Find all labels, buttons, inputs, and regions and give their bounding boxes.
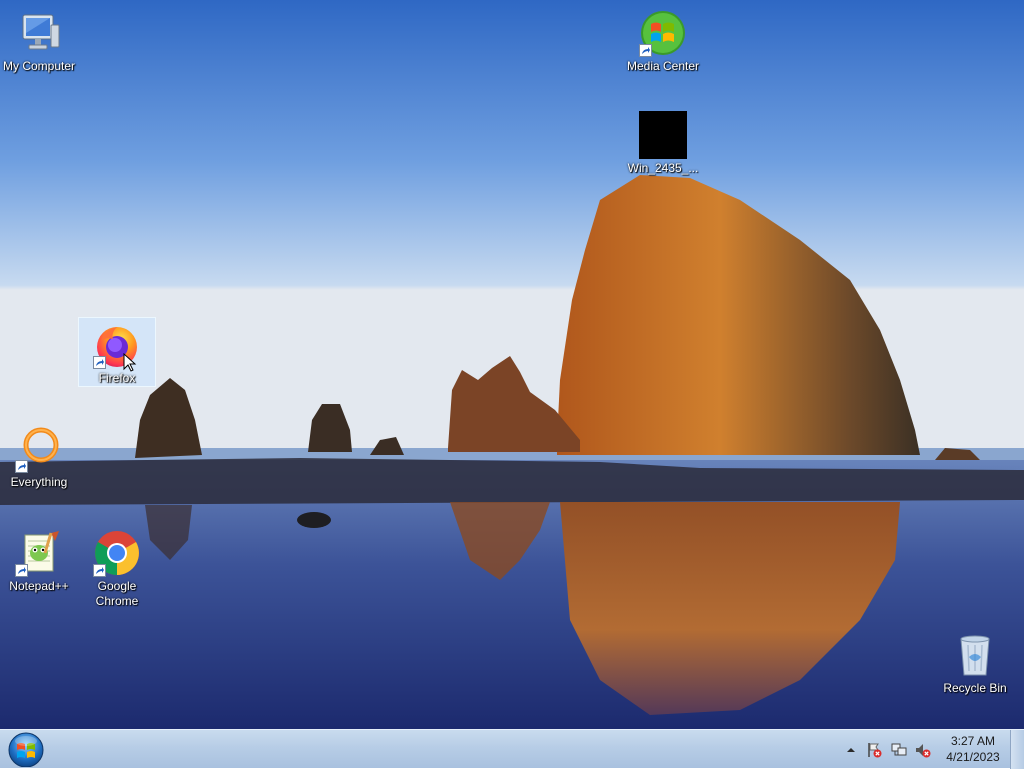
clock-time: 3:27 AM <box>950 734 996 748</box>
shortcut-arrow-icon <box>15 460 28 473</box>
everything-desktop-icon[interactable]: Everything <box>0 422 78 490</box>
shortcut-arrow-icon <box>93 564 106 577</box>
recycle-bin-label: Recycle Bin <box>943 681 1007 695</box>
show-hidden-icons-arrow[interactable] <box>843 742 859 758</box>
recycle-bin-desktop-icon[interactable]: Recycle Bin <box>936 628 1014 696</box>
mouse-cursor-icon <box>123 353 137 372</box>
show-desktop-button[interactable] <box>1010 730 1024 769</box>
start-button[interactable] <box>6 731 46 768</box>
notepad-plus-plus-label: Notepad++ <box>9 579 69 593</box>
notepad-plus-plus-icon <box>15 529 63 577</box>
media-center-label: Media Center <box>626 59 700 73</box>
firefox-desktop-icon[interactable]: Firefox <box>78 317 156 387</box>
my-computer-desktop-icon[interactable]: My Computer <box>0 6 78 74</box>
win-file-desktop-icon[interactable]: Win_2435_... <box>624 108 702 176</box>
windows-media-center-icon <box>639 9 687 57</box>
windows-start-orb-icon <box>8 732 44 768</box>
win-file-label: Win_2435_... <box>627 161 699 175</box>
black-image-thumbnail-icon <box>639 111 687 159</box>
shortcut-arrow-icon <box>15 564 28 577</box>
everything-search-icon <box>15 425 63 473</box>
my-computer-label: My Computer <box>2 59 76 73</box>
media-center-desktop-icon[interactable]: Media Center <box>624 6 702 74</box>
desktop[interactable]: My Computer Media Center Win_2435_... Fi… <box>0 0 1024 729</box>
taskbar: 3:27 AM 4/21/2023 <box>0 729 1024 769</box>
firefox-label: Firefox <box>98 371 136 385</box>
system-clock[interactable]: 3:27 AM 4/21/2023 <box>936 733 1010 765</box>
everything-label: Everything <box>10 475 68 489</box>
action-center-flag-icon[interactable] <box>866 742 882 758</box>
shortcut-arrow-icon <box>639 44 652 57</box>
volume-muted-icon[interactable] <box>915 742 931 758</box>
clock-date: 4/21/2023 <box>946 750 1000 764</box>
chrome-icon <box>93 529 141 577</box>
google-chrome-label: Google Chrome <box>95 579 139 608</box>
network-icon[interactable] <box>891 742 907 758</box>
recycle-bin-icon <box>951 631 999 679</box>
shortcut-arrow-icon <box>93 356 106 369</box>
computer-icon <box>15 9 63 57</box>
google-chrome-desktop-icon[interactable]: Google Chrome <box>78 526 156 609</box>
notepad-plus-plus-desktop-icon[interactable]: Notepad++ <box>0 526 78 594</box>
